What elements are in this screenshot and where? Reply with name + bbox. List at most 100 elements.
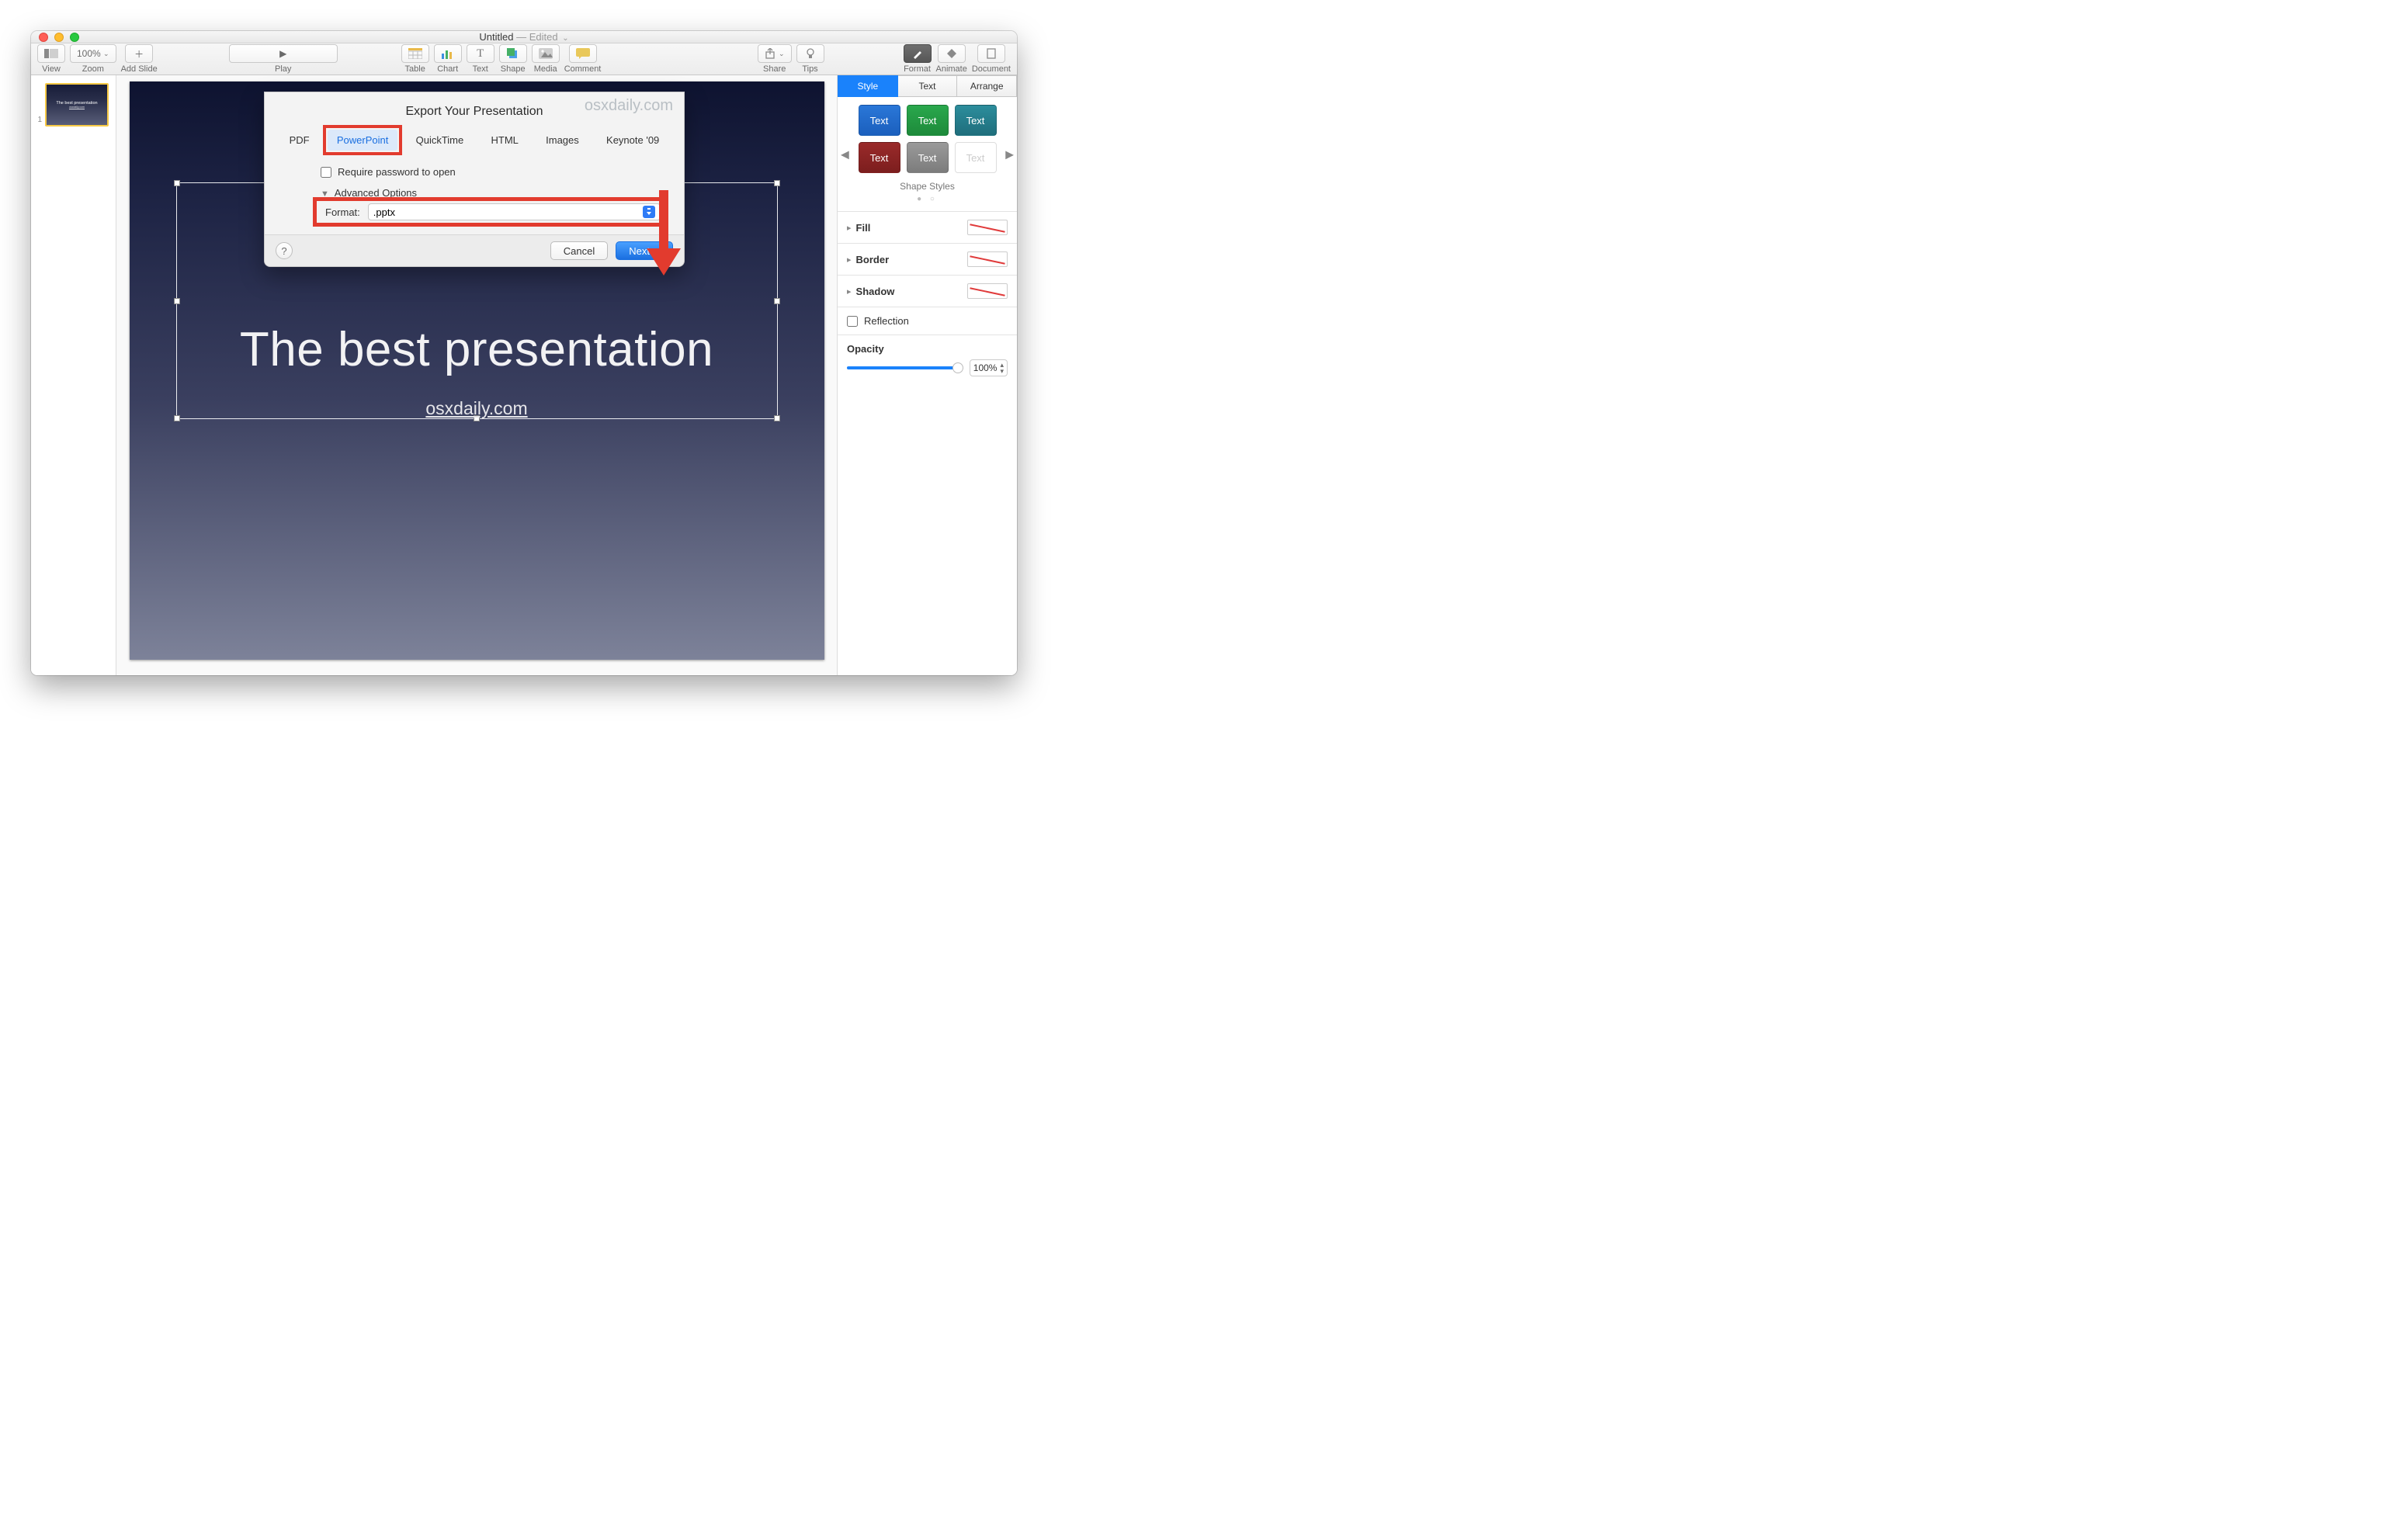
window-title[interactable]: Untitled — Edited ⌄ xyxy=(31,31,1017,43)
export-body: Require password to open ▼ Advanced Opti… xyxy=(265,157,684,234)
toolbar-zoom: 100% ⌄ Zoom xyxy=(70,44,116,74)
zoom-button[interactable]: 100% ⌄ xyxy=(70,44,116,63)
chart-button[interactable] xyxy=(434,44,462,63)
border-none-swatch[interactable] xyxy=(967,251,1008,267)
toolbar-media: Media xyxy=(532,44,560,74)
shadow-none-swatch[interactable] xyxy=(967,283,1008,299)
style-swatch-gray[interactable]: Text xyxy=(907,142,949,173)
chart-label: Chart xyxy=(437,64,458,74)
comment-button[interactable] xyxy=(569,44,597,63)
shape-style-picker: ◀ ▶ Text Text Text Text Text Text Shape … xyxy=(838,97,1017,211)
inspector-panel: Style Text Arrange ◀ ▶ Text Text Text Te… xyxy=(837,75,1017,675)
slider-knob[interactable] xyxy=(952,362,963,373)
slide-thumbnail[interactable]: The best presentation osxdaily.com xyxy=(45,83,109,127)
play-icon: ▶ xyxy=(279,48,286,59)
slide-thumb-row[interactable]: 1 The best presentation osxdaily.com xyxy=(36,83,111,127)
next-button[interactable]: Next… xyxy=(616,241,673,260)
play-button[interactable]: ▶ xyxy=(229,44,338,63)
require-password-row: Require password to open xyxy=(321,161,661,187)
export-tab-keynote09[interactable]: Keynote '09 xyxy=(597,130,668,151)
share-button[interactable]: ⌄ xyxy=(758,44,792,63)
style-swatch-green[interactable]: Text xyxy=(907,105,949,136)
toolbar: View 100% ⌄ Zoom ＋ Add Slide ▶ Play xyxy=(31,43,1017,75)
play-label: Play xyxy=(275,64,291,74)
pager-dots: ● ○ xyxy=(844,195,1011,203)
format-value: .pptx xyxy=(373,206,395,218)
disclosure-triangle-icon: ▸ xyxy=(847,223,852,233)
shape-button[interactable] xyxy=(499,44,527,63)
toolbar-share: ⌄ Share xyxy=(758,44,792,74)
paintbrush-icon xyxy=(912,48,923,59)
cancel-button[interactable]: Cancel xyxy=(550,241,608,260)
border-label: Border xyxy=(856,254,967,265)
slide-subtitle-text[interactable]: osxdaily.com xyxy=(130,398,824,419)
document-name: Untitled xyxy=(479,31,513,43)
shape-styles-label: Shape Styles xyxy=(844,181,1011,192)
dropdown-arrows-icon xyxy=(643,206,655,218)
chevron-down-icon: ⌄ xyxy=(103,50,109,58)
format-button[interactable] xyxy=(904,44,932,63)
share-label: Share xyxy=(763,64,786,74)
disclosure-triangle-icon: ▸ xyxy=(847,255,852,265)
tab-text[interactable]: Text xyxy=(898,75,958,97)
require-password-checkbox[interactable] xyxy=(321,167,331,178)
view-button[interactable] xyxy=(37,44,65,63)
document-button[interactable] xyxy=(977,44,1005,63)
opacity-stepper[interactable]: 100% ▴▾ xyxy=(970,359,1008,376)
text-button[interactable]: T xyxy=(467,44,494,63)
help-button[interactable]: ? xyxy=(276,242,293,259)
export-tab-quicktime[interactable]: QuickTime xyxy=(407,130,474,151)
add-slide-button[interactable]: ＋ xyxy=(125,44,153,63)
table-button[interactable] xyxy=(401,44,429,63)
style-prev-icon[interactable]: ◀ xyxy=(841,147,849,161)
animate-button[interactable] xyxy=(938,44,966,63)
shadow-label: Shadow xyxy=(856,286,967,297)
toolbar-tips: Tips xyxy=(796,44,824,74)
table-icon xyxy=(408,48,422,59)
fill-none-swatch[interactable] xyxy=(967,220,1008,235)
reflection-checkbox[interactable] xyxy=(847,316,858,327)
toolbar-text: T Text xyxy=(467,44,494,74)
resize-handle[interactable] xyxy=(774,180,780,186)
style-next-icon[interactable]: ▶ xyxy=(1005,147,1014,161)
export-tab-pdf[interactable]: PDF xyxy=(280,130,319,151)
style-swatch-white[interactable]: Text xyxy=(955,142,997,173)
tips-button[interactable] xyxy=(796,44,824,63)
document-label: Document xyxy=(972,64,1011,74)
edited-indicator: — Edited xyxy=(516,31,557,43)
format-label: Format xyxy=(904,64,931,74)
zoom-label: Zoom xyxy=(82,64,104,74)
border-section[interactable]: ▸ Border xyxy=(838,243,1017,275)
tips-label: Tips xyxy=(802,64,817,74)
media-label: Media xyxy=(534,64,557,74)
resize-handle[interactable] xyxy=(174,180,180,186)
slide-title-text[interactable]: The best presentation xyxy=(130,322,824,377)
stepper-arrows-icon[interactable]: ▴▾ xyxy=(1000,362,1004,374)
media-button[interactable] xyxy=(532,44,560,63)
slide-number: 1 xyxy=(36,83,42,124)
export-format-tabs: PDF PowerPoint QuickTime HTML Images Key… xyxy=(265,128,684,157)
resize-handle[interactable] xyxy=(174,298,180,304)
tab-style[interactable]: Style xyxy=(838,75,898,97)
zoom-value: 100% xyxy=(77,48,101,59)
opacity-label: Opacity xyxy=(847,343,1008,355)
opacity-slider[interactable] xyxy=(847,366,963,369)
export-tab-images[interactable]: Images xyxy=(536,130,588,151)
chevron-down-icon: ⌄ xyxy=(779,50,785,58)
shadow-section[interactable]: ▸ Shadow xyxy=(838,275,1017,307)
export-tab-html[interactable]: HTML xyxy=(482,130,528,151)
fill-section[interactable]: ▸ Fill xyxy=(838,211,1017,243)
export-tab-powerpoint[interactable]: PowerPoint xyxy=(328,130,397,151)
tab-arrange[interactable]: Arrange xyxy=(957,75,1017,97)
style-swatch-teal[interactable]: Text xyxy=(955,105,997,136)
toolbar-format: Format xyxy=(904,44,932,74)
format-select[interactable]: .pptx xyxy=(368,203,661,220)
reflection-label: Reflection xyxy=(864,315,1008,327)
resize-handle[interactable] xyxy=(774,298,780,304)
chart-icon xyxy=(441,48,455,59)
style-swatch-red[interactable]: Text xyxy=(859,142,900,173)
titlebar: Untitled — Edited ⌄ xyxy=(31,31,1017,43)
share-icon xyxy=(765,48,775,59)
export-footer: ? Cancel Next… xyxy=(265,234,684,266)
style-swatch-blue[interactable]: Text xyxy=(859,105,900,136)
